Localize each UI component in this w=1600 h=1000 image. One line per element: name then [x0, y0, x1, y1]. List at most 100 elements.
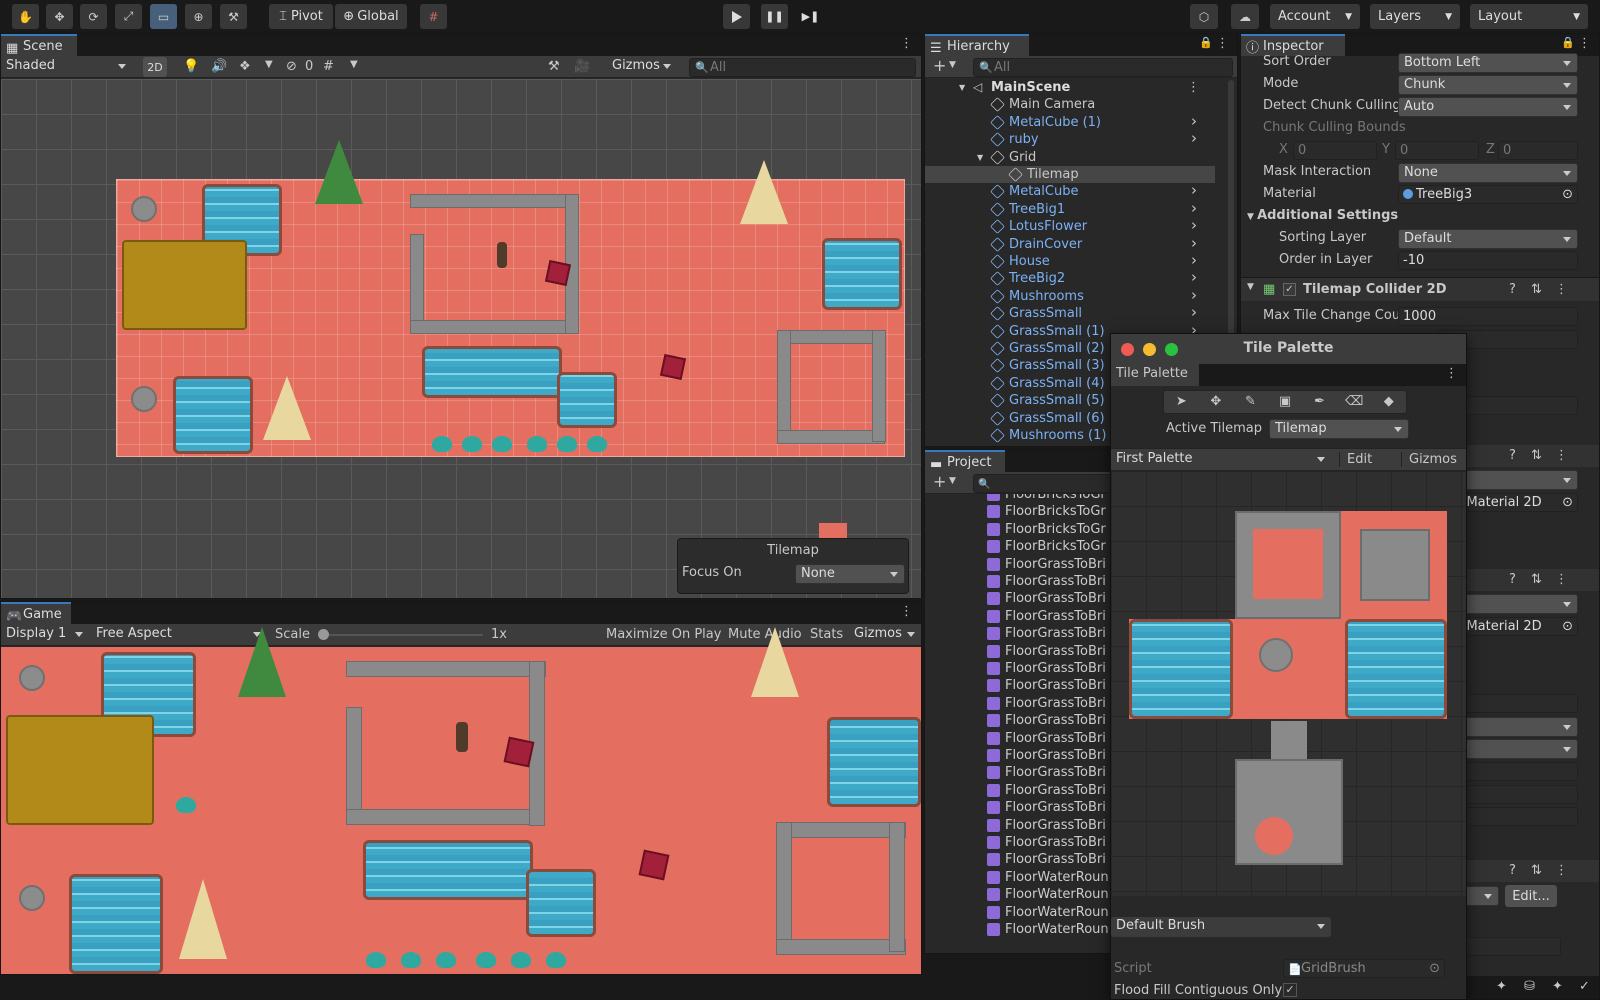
preset-icon[interactable]: ⇅ [1531, 448, 1542, 463]
chevron-right-icon[interactable]: › [1191, 235, 1197, 251]
paint-brush-icon[interactable]: ✎ [1233, 391, 1268, 413]
project-asset[interactable]: FloorBricksToGr [925, 538, 1106, 555]
project-asset[interactable]: FloorGrassToBri [925, 695, 1106, 712]
step-button[interactable]: ▶❚ [797, 4, 824, 29]
chevron-right-icon[interactable]: › [1191, 270, 1197, 285]
hierarchy-item[interactable]: ▼ Grid [925, 149, 1215, 166]
project-asset[interactable]: FloorGrassToBri [925, 817, 1106, 834]
project-asset[interactable]: FloorWaterRoun [925, 904, 1109, 921]
palette-tile[interactable] [1259, 638, 1293, 672]
palette-edit-button[interactable]: Edit [1339, 452, 1372, 467]
help-icon[interactable]: ? [1509, 448, 1516, 463]
sort-order-dropdown[interactable]: Bottom Left [1398, 53, 1578, 73]
eraser-icon[interactable]: ⌫ [1337, 391, 1372, 413]
tab-scene[interactable]: ▦ Scene [1, 34, 77, 56]
hierarchy-item[interactable]: › MetalCube (1) [925, 113, 1215, 131]
2d-toggle[interactable]: 2D [143, 57, 167, 77]
collab-status-icon[interactable]: ✦ [1552, 979, 1563, 994]
progress-icon[interactable]: ⛁ [1524, 979, 1535, 994]
hierarchy-item[interactable]: › LotusFlower [925, 218, 1215, 235]
project-asset[interactable]: FloorWaterRoun [925, 886, 1109, 903]
detect-chunk-dropdown[interactable]: Auto [1398, 97, 1578, 117]
hierarchy-item[interactable]: › House [925, 253, 1215, 270]
display-dropdown[interactable]: Display 1 [1, 625, 89, 645]
scale-tool-icon[interactable]: ⤢ [115, 4, 142, 29]
scale-slider[interactable] [318, 629, 483, 640]
palette-gizmos-toggle[interactable]: Gizmos [1401, 452, 1457, 467]
custom-tool-icon[interactable]: ⚒ [220, 4, 247, 29]
project-asset[interactable]: FloorGrassToBri [925, 677, 1106, 694]
pause-button[interactable]: ❚❚ [761, 4, 788, 29]
additional-settings-foldout[interactable]: ▼ Additional Settings [1247, 208, 1398, 223]
project-asset[interactable]: FloorGrassToBri [925, 834, 1106, 851]
layout-dropdown[interactable]: Layout ▼ [1470, 4, 1588, 29]
palette-grid[interactable] [1111, 471, 1466, 896]
help-icon[interactable]: ? [1509, 572, 1516, 587]
chevron-down-icon[interactable]: ▼ [350, 59, 358, 70]
chevron-right-icon[interactable]: › [1191, 305, 1197, 320]
hierarchy-item[interactable]: ▼ ◁ ⋮ MainScene [925, 79, 1215, 96]
box-fill-icon[interactable]: ▣ [1268, 391, 1303, 413]
tab-inspector[interactable]: ⓘ Inspector [1241, 34, 1345, 56]
add-icon[interactable]: + [933, 56, 946, 75]
collider-enable-checkbox[interactable]: ✓ [1283, 283, 1296, 296]
tools-icon[interactable]: ⚒ [548, 59, 560, 74]
hierarchy-item[interactable]: › DrainCover [925, 235, 1215, 253]
lighting-icon[interactable]: 💡 [183, 59, 199, 74]
rect-tool-icon[interactable]: ▭ [150, 4, 177, 29]
account-dropdown[interactable]: Account ▼ [1270, 4, 1360, 29]
hierarchy-item[interactable]: Main Camera [925, 96, 1215, 113]
gizmos-dropdown[interactable]: Gizmos [607, 57, 677, 77]
more-menu-icon[interactable]: ⋮ [1187, 79, 1200, 96]
chevron-down-icon[interactable]: ▼ [949, 476, 956, 486]
project-asset[interactable]: FloorGrassToBri [925, 573, 1106, 590]
mode-dropdown[interactable]: Chunk [1398, 75, 1578, 95]
palette-tile[interactable] [1129, 619, 1233, 719]
collab-icon[interactable]: ⬡ [1190, 4, 1218, 29]
chevron-right-icon[interactable]: › [1191, 113, 1197, 129]
project-search-input[interactable]: 🔍 [973, 474, 1113, 493]
chevron-right-icon[interactable]: › [1191, 253, 1197, 268]
object-picker-icon[interactable]: ⊙ [1562, 494, 1573, 511]
project-asset[interactable]: FloorGrassToBri [925, 747, 1106, 764]
help-icon[interactable]: ? [1509, 863, 1516, 878]
mask-interaction-dropdown[interactable]: None [1398, 163, 1578, 183]
project-asset[interactable]: FloorGrassToBri [925, 712, 1106, 729]
game-gizmos-dropdown[interactable]: Gizmos [849, 625, 921, 645]
game-viewport[interactable] [1, 627, 921, 974]
more-menu-icon[interactable]: ⋮ [1555, 863, 1568, 878]
help-icon[interactable]: ? [1509, 282, 1516, 297]
chevron-down-icon[interactable]: ▼ [265, 59, 273, 70]
select-tool-icon[interactable]: ➤ [1164, 391, 1199, 413]
brush-dropdown[interactable]: Default Brush [1111, 917, 1331, 937]
maximize-on-play-toggle[interactable]: Maximize On Play [606, 627, 721, 642]
more-menu-icon[interactable]: ⋮ [900, 604, 913, 619]
project-asset[interactable]: FloorWaterRoun [925, 869, 1109, 886]
more-menu-icon[interactable]: ⋮ [1555, 282, 1568, 297]
project-asset[interactable]: FloorGrassToBri [925, 625, 1106, 642]
debug-icon[interactable]: ✦ [1496, 979, 1507, 994]
project-asset[interactable]: FloorGrassToBri [925, 556, 1106, 573]
global-toggle[interactable]: ⊕ Global [335, 4, 407, 29]
chevron-right-icon[interactable]: › [1191, 200, 1197, 216]
hand-tool-icon[interactable]: ✋ [12, 4, 39, 29]
more-menu-icon[interactable]: ⋮ [1555, 572, 1568, 587]
preset-icon[interactable]: ⇅ [1531, 572, 1542, 587]
project-asset[interactable]: FloorGrassToBri [925, 590, 1106, 607]
hierarchy-item[interactable]: › TreeBig2 [925, 270, 1215, 287]
chevron-right-icon[interactable]: › [1191, 183, 1197, 198]
palette-tile[interactable] [1360, 529, 1430, 601]
project-asset[interactable]: FloorBricksToGr [925, 494, 1106, 503]
chevron-right-icon[interactable]: › [1191, 131, 1197, 146]
tab-game[interactable]: 🎮 Game [1, 602, 71, 624]
project-asset[interactable]: FloorBricksToGr [925, 503, 1106, 520]
chevron-right-icon[interactable]: › [1191, 218, 1197, 233]
preset-icon[interactable]: ⇅ [1531, 282, 1542, 297]
hierarchy-item[interactable]: Tilemap [925, 166, 1215, 184]
palette-dropdown[interactable]: First Palette [1111, 450, 1331, 470]
object-picker-icon[interactable]: ⊙ [1562, 186, 1573, 203]
project-asset[interactable]: FloorGrassToBri [925, 764, 1106, 781]
palette-tile[interactable] [1235, 759, 1343, 865]
hierarchy-item[interactable]: › GrassSmall [925, 305, 1215, 322]
project-asset[interactable]: FloorGrassToBri [925, 730, 1106, 747]
